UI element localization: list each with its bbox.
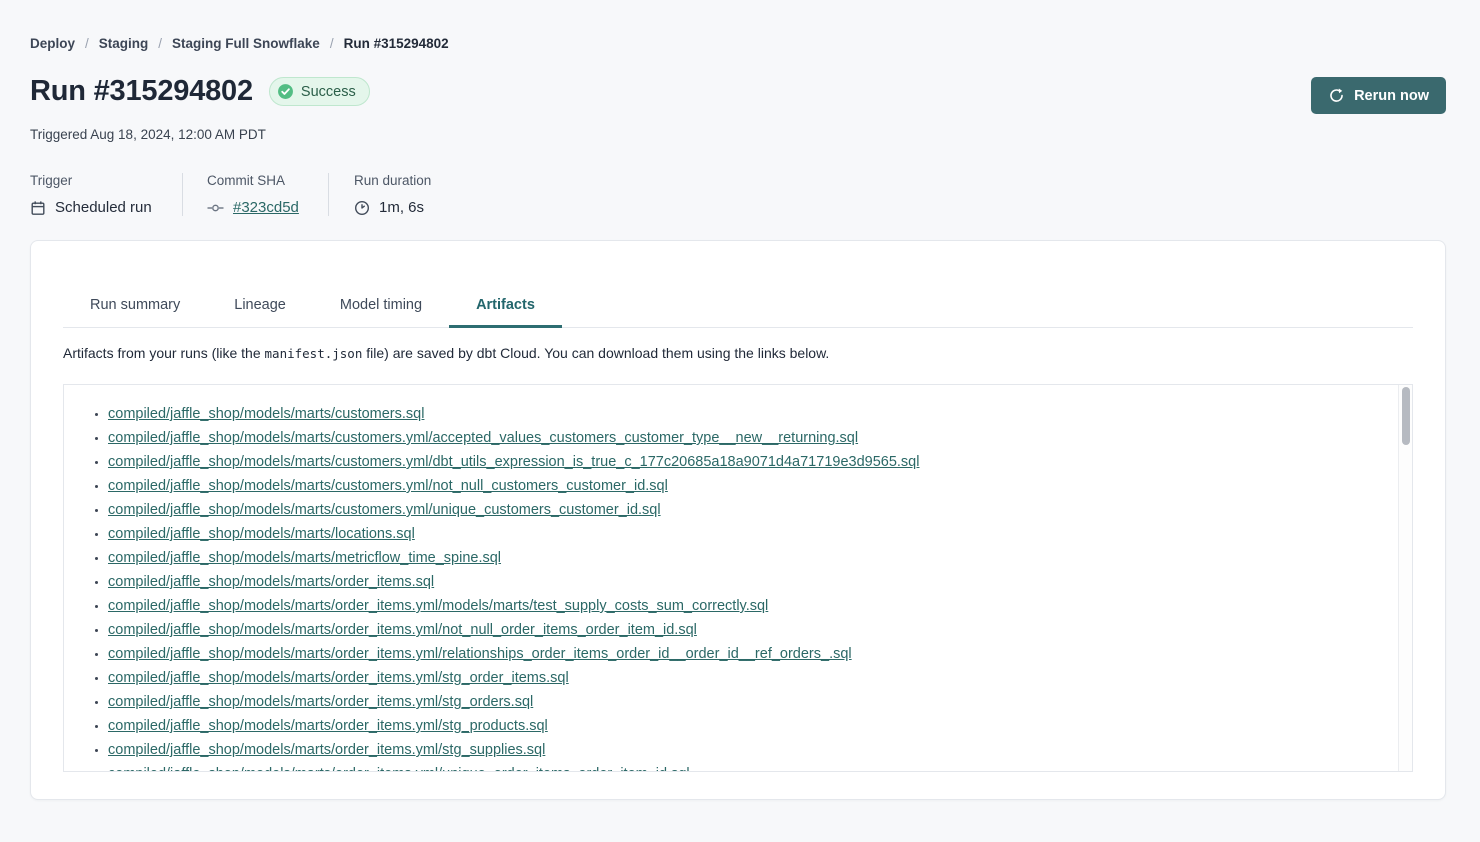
artifacts-description: Artifacts from your runs (like the manif… xyxy=(63,343,1413,364)
breadcrumb-environment[interactable]: Staging Full Snowflake xyxy=(172,36,320,51)
commit-sha-link[interactable]: #323cd5d xyxy=(233,199,299,216)
tab-artifacts[interactable]: Artifacts xyxy=(449,297,562,327)
clock-icon xyxy=(354,200,370,216)
duration-info: Run duration 1m, 6s xyxy=(329,173,456,216)
tab-bar: Run summary Lineage Model timing Artifac… xyxy=(63,297,1413,328)
trigger-label: Trigger xyxy=(30,173,182,188)
artifact-link[interactable]: compiled/jaffle_shop/models/marts/order_… xyxy=(108,574,434,590)
artifact-list-item: compiled/jaffle_shop/models/marts/order_… xyxy=(108,714,1392,738)
artifact-link[interactable]: compiled/jaffle_shop/models/marts/metric… xyxy=(108,550,501,566)
artifact-link[interactable]: compiled/jaffle_shop/models/marts/order_… xyxy=(108,670,569,686)
artifact-list-item: compiled/jaffle_shop/models/marts/order_… xyxy=(108,738,1392,762)
git-commit-icon xyxy=(207,200,224,216)
success-check-icon xyxy=(277,83,294,100)
commit-info: Commit SHA #323cd5d xyxy=(183,173,328,216)
artifact-list: compiled/jaffle_shop/models/marts/custom… xyxy=(64,385,1412,772)
page-title: Run #315294802 xyxy=(30,75,253,108)
artifact-link[interactable]: compiled/jaffle_shop/models/marts/locati… xyxy=(108,526,415,542)
artifact-link[interactable]: compiled/jaffle_shop/models/marts/order_… xyxy=(108,766,690,772)
tab-lineage[interactable]: Lineage xyxy=(207,297,313,327)
artifact-list-item: compiled/jaffle_shop/models/marts/custom… xyxy=(108,450,1392,474)
run-duration-label: Run duration xyxy=(354,173,431,188)
calendar-icon xyxy=(30,200,46,216)
run-detail-page: Deploy / Staging / Staging Full Snowflak… xyxy=(0,0,1480,800)
breadcrumb-deploy[interactable]: Deploy xyxy=(30,36,75,51)
artifact-link[interactable]: compiled/jaffle_shop/models/marts/order_… xyxy=(108,694,533,710)
artifact-list-item: compiled/jaffle_shop/models/marts/order_… xyxy=(108,642,1392,666)
artifact-link[interactable]: compiled/jaffle_shop/models/marts/order_… xyxy=(108,718,548,734)
artifact-link[interactable]: compiled/jaffle_shop/models/marts/order_… xyxy=(108,598,768,614)
artifact-link[interactable]: compiled/jaffle_shop/models/marts/custom… xyxy=(108,478,668,494)
refresh-icon xyxy=(1328,87,1345,104)
artifact-link[interactable]: compiled/jaffle_shop/models/marts/order_… xyxy=(108,622,697,638)
rerun-now-button[interactable]: Rerun now xyxy=(1311,77,1446,114)
artifact-link[interactable]: compiled/jaffle_shop/models/marts/custom… xyxy=(108,430,858,446)
breadcrumb-separator: / xyxy=(330,36,334,51)
triggered-timestamp: Triggered Aug 18, 2024, 12:00 AM PDT xyxy=(30,127,1446,142)
artifact-list-container: compiled/jaffle_shop/models/marts/custom… xyxy=(63,384,1413,772)
artifact-list-item: compiled/jaffle_shop/models/marts/order_… xyxy=(108,690,1392,714)
artifact-list-item: compiled/jaffle_shop/models/marts/order_… xyxy=(108,762,1392,772)
artifact-list-item: compiled/jaffle_shop/models/marts/order_… xyxy=(108,594,1392,618)
artifact-list-item: compiled/jaffle_shop/models/marts/order_… xyxy=(108,666,1392,690)
artifact-list-item: compiled/jaffle_shop/models/marts/custom… xyxy=(108,426,1392,450)
artifact-list-item: compiled/jaffle_shop/models/marts/custom… xyxy=(108,474,1392,498)
artifact-link[interactable]: compiled/jaffle_shop/models/marts/custom… xyxy=(108,502,661,518)
run-duration-value: 1m, 6s xyxy=(379,199,424,216)
rerun-now-label: Rerun now xyxy=(1354,88,1429,104)
tab-run-summary[interactable]: Run summary xyxy=(63,297,207,327)
status-badge-label: Success xyxy=(301,84,356,100)
breadcrumb-separator: / xyxy=(85,36,89,51)
breadcrumb: Deploy / Staging / Staging Full Snowflak… xyxy=(30,36,1446,51)
breadcrumb-separator: / xyxy=(158,36,162,51)
artifact-list-item: compiled/jaffle_shop/models/marts/locati… xyxy=(108,522,1392,546)
run-detail-card: Run summary Lineage Model timing Artifac… xyxy=(30,240,1446,800)
tab-model-timing[interactable]: Model timing xyxy=(313,297,449,327)
trigger-value: Scheduled run xyxy=(55,199,152,216)
trigger-info: Trigger Scheduled run xyxy=(30,173,182,216)
artifact-list-item: compiled/jaffle_shop/models/marts/custom… xyxy=(108,402,1392,426)
artifact-list-item: compiled/jaffle_shop/models/marts/metric… xyxy=(108,546,1392,570)
scrollbar-track[interactable] xyxy=(1398,385,1412,771)
commit-sha-label: Commit SHA xyxy=(207,173,304,188)
artifact-link[interactable]: compiled/jaffle_shop/models/marts/custom… xyxy=(108,454,919,470)
artifact-link[interactable]: compiled/jaffle_shop/models/marts/order_… xyxy=(108,742,545,758)
artifact-list-item: compiled/jaffle_shop/models/marts/order_… xyxy=(108,618,1392,642)
breadcrumb-current-run: Run #315294802 xyxy=(344,36,449,51)
artifact-link[interactable]: compiled/jaffle_shop/models/marts/custom… xyxy=(108,406,424,422)
artifact-list-item: compiled/jaffle_shop/models/marts/order_… xyxy=(108,570,1392,594)
artifact-link[interactable]: compiled/jaffle_shop/models/marts/order_… xyxy=(108,646,852,662)
status-badge: Success xyxy=(269,77,370,106)
artifact-list-item: compiled/jaffle_shop/models/marts/custom… xyxy=(108,498,1392,522)
scrollbar-thumb[interactable] xyxy=(1402,387,1410,445)
page-header: Run #315294802 Success Rerun now xyxy=(30,75,1446,114)
run-meta-row: Trigger Scheduled run Commit SHA xyxy=(30,173,1446,216)
manifest-json-code: manifest.json xyxy=(265,346,363,361)
breadcrumb-staging[interactable]: Staging xyxy=(99,36,149,51)
